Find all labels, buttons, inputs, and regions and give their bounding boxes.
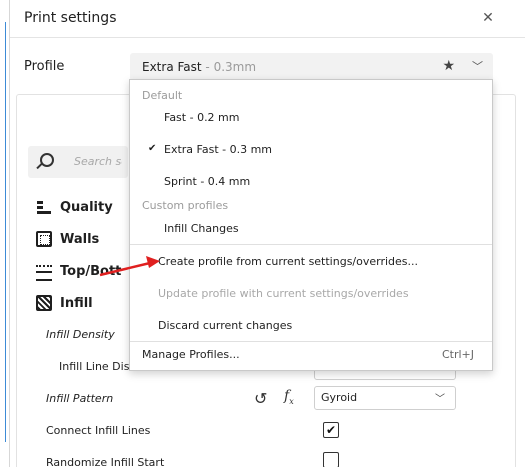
annotation-arrow (99, 256, 160, 277)
arrow-shaft (99, 261, 151, 277)
arrow-head (146, 256, 160, 268)
